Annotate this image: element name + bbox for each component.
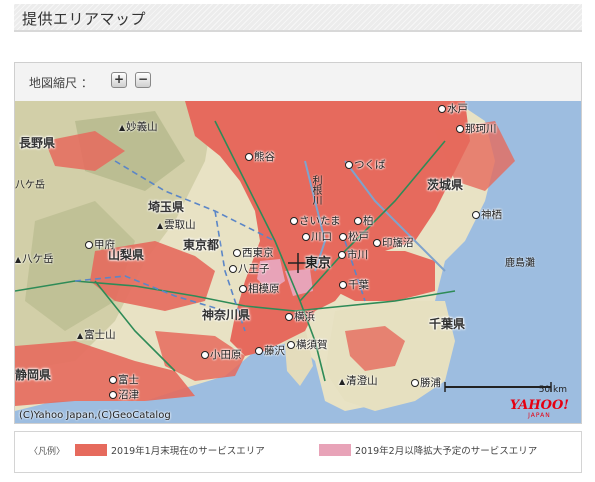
map-panel: 地図縮尺 ： + − 長野県 埼玉県 山梨県 東京都 神奈川県 静岡県 茨城県 … [14,62,582,424]
scale-label: 50 km [538,385,567,395]
zoom-out-button[interactable]: − [135,72,151,88]
label-saitama-pref: 埼玉県 [148,200,185,214]
label-ibaraki: 茨城県 [427,178,464,192]
label-tokyo-pref: 東京都 [183,238,220,252]
mountain-kiyosumi: 清澄山 [339,375,378,388]
mountain-myogi: 妙義山 [119,121,158,134]
city-numazu: 沼津 [109,389,139,402]
label-tokyo: 東京 [305,256,332,271]
label-kashimanada: 鹿島灘 [505,258,535,269]
city-kumagaya: 熊谷 [245,151,275,164]
city-odawara: 小田原 [201,349,242,362]
label-nagano: 長野県 [19,136,56,150]
city-chiba: 千葉 [339,279,369,292]
label-chiba-pref: 千葉県 [429,317,466,331]
city-kawaguchi: 川口 [302,231,332,244]
city-fuji: 富士 [109,374,139,387]
title-bar: 提供エリアマップ [14,4,582,32]
city-kashiwa: 柏 [354,215,374,228]
legend-swatch-planned [319,444,351,456]
zoom-label: 地図縮尺 ： [29,76,93,90]
city-katsuura: 勝浦 [411,377,441,390]
city-hachioji: 八王子 [229,263,270,276]
label-shizuoka: 静岡県 [15,368,52,382]
logo-main: YAHOO! [509,398,569,413]
map-copyright: (C)Yahoo Japan,(C)GeoCatalog [19,410,171,421]
map-graphic [15,101,581,423]
city-saitama: さいたま [290,215,341,228]
city-tsukuba: つくば [345,159,386,172]
label-kanagawa: 神奈川県 [202,308,251,322]
city-sagamihara: 相模原 [239,283,280,296]
city-nakagawa: 那珂川 [456,123,497,136]
city-kofu: 甲府 [85,239,115,252]
city-yokosuka: 横須賀 [287,339,328,352]
legend-label: 〈凡例〉 [29,447,66,457]
legend-text-planned: 2019年2月以降拡大予定のサービスエリア [355,446,538,457]
yahoo-japan-logo[interactable]: YAHOO! JAPAN [510,399,569,419]
city-fujisawa: 藤沢 [255,345,285,358]
label-tone-river: 利根川 [310,175,321,205]
city-inba: 印旛沼 [373,237,414,250]
mountain-fuji: 富士山 [77,329,116,342]
logo-sub: JAPAN [528,412,551,419]
coverage-map[interactable]: 長野県 埼玉県 山梨県 東京都 神奈川県 静岡県 茨城県 千葉県 東京 水戸 那… [15,101,581,423]
mountain-kumotori: 雲取山 [157,219,196,232]
page-title: 提供エリアマップ [22,10,147,28]
city-matsudo: 松戸 [339,231,369,244]
legend-swatch-current [75,444,107,456]
zoom-toolbar: 地図縮尺 ： + − [15,63,581,101]
mountain-yatsu: 八ケ岳 [15,253,54,266]
city-ichikawa: 市川 [338,249,368,262]
city-yokohama: 横浜 [285,311,315,324]
city-nishitokyo: 西東京 [233,247,274,260]
label-hakusan: 八ケ岳 [15,180,45,191]
legend: 〈凡例〉 2019年1月末現在のサービスエリア 2019年2月以降拡大予定のサー… [14,431,582,473]
city-mito: 水戸 [438,103,468,116]
legend-text-current: 2019年1月末現在のサービスエリア [111,446,265,457]
zoom-in-button[interactable]: + [111,72,127,88]
city-kamisu: 神栖 [472,209,502,222]
